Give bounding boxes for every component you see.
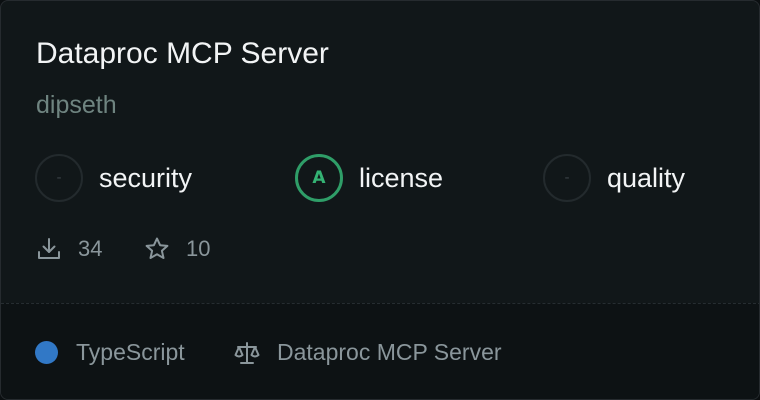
license-score: A license bbox=[295, 154, 443, 202]
security-grade-circle: - bbox=[35, 154, 83, 202]
stars-stat: 10 bbox=[144, 234, 210, 264]
download-icon bbox=[38, 238, 60, 259]
quality-score: - quality bbox=[543, 154, 685, 202]
scale-icon bbox=[234, 342, 260, 364]
downloads-count: 34 bbox=[78, 236, 103, 261]
quality-grade-circle: - bbox=[543, 154, 591, 202]
security-label: security bbox=[99, 162, 193, 193]
star-icon bbox=[145, 237, 169, 259]
downloads-stat: 34 bbox=[36, 234, 102, 264]
language-name: TypeScript bbox=[76, 339, 185, 365]
card-title[interactable]: Dataproc MCP Server bbox=[36, 35, 329, 73]
security-score: - security bbox=[35, 154, 192, 202]
language-color-dot bbox=[35, 341, 58, 364]
card-author[interactable]: dipseth bbox=[36, 89, 117, 121]
license-name: Dataproc MCP Server bbox=[277, 339, 502, 365]
server-card[interactable]: Dataproc MCP Server dipseth - security A… bbox=[0, 0, 760, 400]
quality-label: quality bbox=[607, 162, 686, 193]
license-grade-circle: A bbox=[295, 154, 343, 202]
stars-count: 10 bbox=[186, 236, 211, 261]
card-footer: TypeScript Dataproc MCP Server bbox=[1, 303, 759, 399]
license-label: license bbox=[359, 162, 444, 193]
